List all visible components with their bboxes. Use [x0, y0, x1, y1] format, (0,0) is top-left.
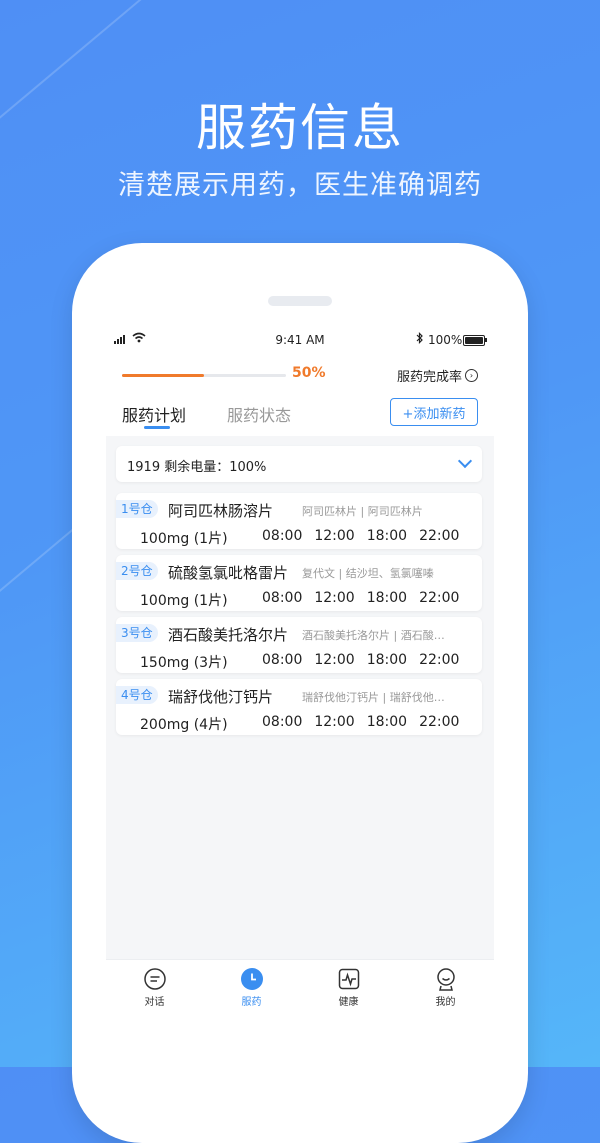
dose-time: 12:00	[314, 528, 355, 544]
progress-fill	[122, 374, 204, 377]
medication-times: 08:00 12:00 18:00 22:00	[262, 590, 459, 606]
medication-times: 08:00 12:00 18:00 22:00	[262, 714, 459, 730]
dose-time: 22:00	[419, 652, 460, 668]
medication-card[interactable]: 3号仓 酒石酸美托洛尔片 酒石酸美托洛尔片 | 酒石酸… 150mg (3片) …	[116, 617, 482, 673]
chat-icon	[143, 968, 166, 990]
battery-tip	[485, 338, 487, 342]
medication-dose: 200mg (4片)	[140, 717, 228, 733]
tabbar-label: 我的	[435, 997, 456, 1008]
phone-speaker	[268, 296, 332, 306]
profile-icon	[436, 968, 455, 991]
dose-time: 22:00	[419, 714, 460, 730]
medication-name: 酒石酸美托洛尔片	[168, 626, 289, 644]
dose-time: 18:00	[366, 714, 408, 730]
dose-time: 22:00	[419, 528, 460, 544]
dose-time: 22:00	[419, 590, 460, 606]
dose-time: 08:00	[262, 590, 303, 606]
dose-time: 12:00	[314, 590, 355, 606]
promo-title: 服药信息	[196, 99, 404, 157]
battery-icon	[463, 335, 485, 346]
slot-badge: 1号仓	[116, 500, 158, 518]
slot-badge: 4号仓	[116, 686, 158, 704]
medication-name: 硫酸氢氯吡格雷片	[168, 564, 289, 582]
medication-alias: 瑞舒伐他汀钙片 | 瑞舒伐他…	[302, 691, 445, 704]
dose-time: 18:00	[366, 528, 408, 544]
clock-icon	[240, 968, 263, 990]
medication-times: 08:00 12:00 18:00 22:00	[262, 528, 459, 544]
bluetooth-icon	[416, 332, 423, 344]
progress-bar	[122, 374, 286, 377]
device-selector[interactable]: 1919 剩余电量：100%	[116, 446, 482, 482]
dose-time: 08:00	[262, 528, 303, 544]
page-header: 50% 服药完成率 › 服药计划 服药状态 +添加新药	[106, 352, 494, 436]
bottom-tab-bar: 对话 服药 健康 我的	[106, 959, 494, 1016]
dose-time: 08:00	[262, 652, 303, 668]
tab-plan[interactable]: 服药计划	[122, 402, 186, 426]
tab-status[interactable]: 服药状态	[227, 402, 291, 426]
app-screen: 9:41 AM 100% 50% 服药完成率 › 服药计划 服药状态 +添加新药…	[106, 328, 494, 1016]
add-medication-button[interactable]: +添加新药	[390, 398, 478, 426]
chevron-down-icon[interactable]	[457, 453, 473, 469]
medication-name: 瑞舒伐他汀钙片	[168, 688, 274, 706]
medication-alias: 阿司匹林片 | 阿司匹林片	[302, 505, 423, 518]
medication-alias: 复代文 | 结沙坦、氢氯噻嗪	[302, 567, 434, 580]
battery-percent: 100%	[428, 333, 463, 347]
status-bar: 9:41 AM 100%	[106, 328, 494, 352]
tabbar-item-chat[interactable]: 对话	[106, 960, 203, 1016]
chevron-right-icon: ›	[465, 369, 478, 382]
dose-time: 08:00	[262, 714, 303, 730]
dose-time: 18:00	[366, 590, 408, 606]
medication-dose: 100mg (1片)	[140, 593, 228, 609]
medication-dose: 100mg (1片)	[140, 531, 228, 547]
slot-badge: 3号仓	[116, 624, 158, 642]
dose-time: 18:00	[366, 652, 408, 668]
medication-card[interactable]: 1号仓 阿司匹林肠溶片 阿司匹林片 | 阿司匹林片 100mg (1片) 08:…	[116, 493, 482, 549]
tabbar-label: 对话	[144, 997, 165, 1008]
medication-card[interactable]: 4号仓 瑞舒伐他汀钙片 瑞舒伐他汀钙片 | 瑞舒伐他… 200mg (4片) 0…	[116, 679, 482, 735]
tabbar-item-medication[interactable]: 服药	[203, 960, 300, 1016]
completion-rate-link[interactable]: 服药完成率 ›	[397, 366, 478, 385]
dose-time: 12:00	[314, 652, 355, 668]
progress-percent: 50%	[292, 365, 326, 381]
slot-badge: 2号仓	[116, 562, 158, 580]
dose-time: 12:00	[314, 714, 355, 730]
promo-subtitle: 清楚展示用药，医生准确调药	[118, 170, 482, 201]
medication-alias: 酒石酸美托洛尔片 | 酒石酸…	[302, 629, 445, 642]
device-info: 1919 剩余电量：100%	[127, 460, 267, 475]
pulse-icon	[338, 968, 359, 990]
medication-name: 阿司匹林肠溶片	[168, 502, 274, 520]
medication-card[interactable]: 2号仓 硫酸氢氯吡格雷片 复代文 | 结沙坦、氢氯噻嗪 100mg (1片) 0…	[116, 555, 482, 611]
tabbar-label: 健康	[338, 997, 359, 1008]
tabbar-item-profile[interactable]: 我的	[397, 960, 494, 1016]
active-tab-indicator	[144, 426, 170, 429]
completion-rate-label: 服药完成率	[396, 370, 462, 385]
medication-times: 08:00 12:00 18:00 22:00	[262, 652, 459, 668]
tabbar-item-health[interactable]: 健康	[300, 960, 397, 1016]
medication-dose: 150mg (3片)	[140, 655, 228, 671]
tabbar-label: 服药	[241, 997, 262, 1008]
